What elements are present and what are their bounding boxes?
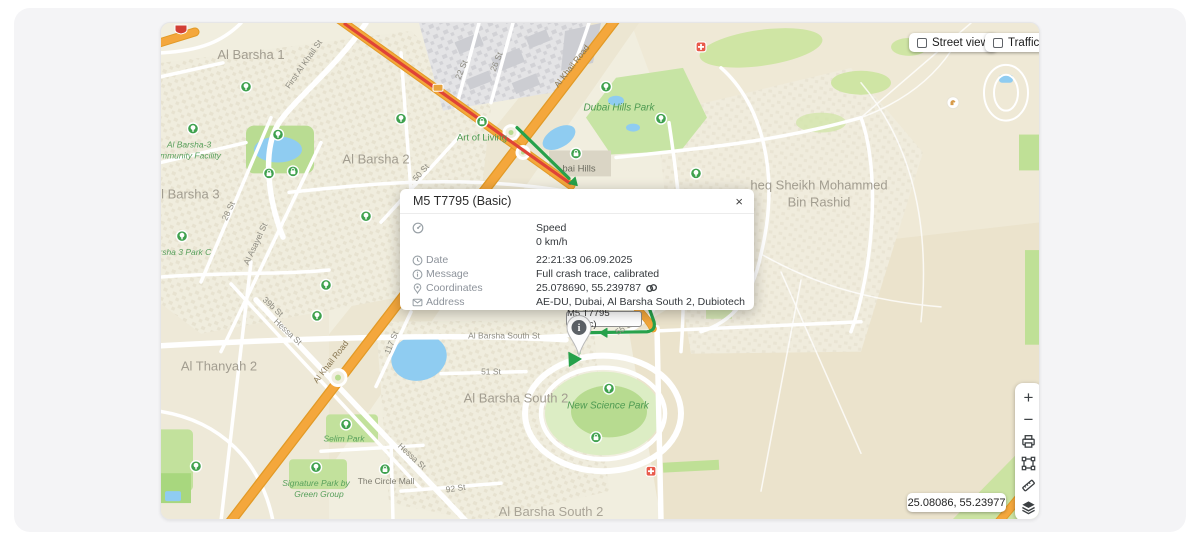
close-icon[interactable]: × xyxy=(735,195,743,208)
street-label: 51 St xyxy=(481,367,501,377)
message-value: Full crash trace, calibrated xyxy=(536,268,659,280)
marker-info-glyph: i xyxy=(578,323,581,334)
street-label: Al Barsha South St xyxy=(468,331,540,341)
popup-title: M5 T7795 (Basic) xyxy=(413,194,511,208)
zoom-out-button[interactable]: − xyxy=(1019,409,1039,429)
traffic-checkbox[interactable] xyxy=(993,38,1003,48)
route-shield-icon xyxy=(433,84,443,91)
district-label: Al Barsha South 2 xyxy=(499,504,604,519)
park-label: Selim Park xyxy=(323,433,365,443)
info-icon xyxy=(412,269,426,280)
district-label: Al Barsha 2 xyxy=(342,151,409,166)
park-label: Barsha 3 Park C xyxy=(161,247,212,257)
zoom-in-button[interactable]: + xyxy=(1019,387,1039,407)
hospital-icon xyxy=(646,466,656,476)
print-button[interactable] xyxy=(1019,431,1039,451)
cursor-coordinates: 25.08086, 55.23977 xyxy=(907,493,1006,512)
park-label: Signature Park by xyxy=(282,478,350,488)
coordinates-label: Coordinates xyxy=(426,282,536,294)
address-value: AE-DU, Dubai, Al Barsha South 2, Dubiote… xyxy=(536,296,745,308)
traffic-label: Traffic xyxy=(1008,37,1039,49)
route-shield-icon xyxy=(175,25,187,34)
measure-button[interactable] xyxy=(1019,475,1039,495)
district-label: Al Barsha South 2 xyxy=(464,391,569,406)
park-label: Dubai Hills Park xyxy=(583,103,655,114)
message-label: Message xyxy=(426,268,536,280)
district-label: heq Sheikh Mohammed xyxy=(750,177,887,192)
park-label: Al Barsha-3 xyxy=(166,140,212,150)
link-icon[interactable] xyxy=(645,283,658,294)
street-view-label: Street view xyxy=(932,37,989,49)
area-select-button[interactable] xyxy=(1019,453,1039,473)
hospital-icon xyxy=(696,42,706,52)
clock-icon xyxy=(412,255,426,266)
speed-value: 0 km/h xyxy=(536,236,568,248)
poi-label: The Circle Mall xyxy=(358,476,415,486)
minus-icon: − xyxy=(1024,411,1034,428)
vehicle-marker[interactable]: i xyxy=(565,314,593,358)
date-label: Date xyxy=(426,254,536,266)
traffic-toggle[interactable]: Traffic xyxy=(985,33,1040,52)
district-label: Al Barsha 3 xyxy=(161,186,220,201)
park-label: Green Group xyxy=(294,489,344,499)
street-view-checkbox[interactable] xyxy=(917,38,927,48)
district-label: Al Thanyah 2 xyxy=(181,359,257,374)
popup-header: M5 T7795 (Basic) × xyxy=(400,189,754,214)
printer-icon xyxy=(1021,434,1036,449)
map-control-panel: + − xyxy=(1015,383,1040,520)
street-view-toggle[interactable]: Street view xyxy=(909,33,997,52)
speedometer-icon xyxy=(412,222,426,234)
district-label: Al Barsha 1 xyxy=(217,47,284,62)
date-value: 22:21:33 06.09.2025 xyxy=(536,254,632,266)
stables-icon xyxy=(947,97,959,109)
map-container: Al Barsha 1 Al Barsha 2 Al Barsha 3 Al T… xyxy=(160,22,1040,520)
district-label: Bin Rashid xyxy=(788,194,851,209)
coordinates-value: 25.078690, 55.239787 xyxy=(536,282,641,294)
layers-button[interactable] xyxy=(1019,497,1039,517)
park-label: Community Facility xyxy=(161,150,222,160)
vehicle-popup: M5 T7795 (Basic) × Speed 0 km/h Date 22:… xyxy=(400,189,754,310)
plus-icon: + xyxy=(1024,389,1034,406)
selection-frame-icon xyxy=(1021,456,1036,471)
address-label: Address xyxy=(426,296,536,308)
poi-label: bai Hills xyxy=(562,163,595,174)
popup-body: Speed 0 km/h Date 22:21:33 06.09.2025 Me… xyxy=(400,214,754,309)
speed-header: Speed xyxy=(536,222,566,234)
envelope-icon xyxy=(412,297,426,308)
park-label: New Science Park xyxy=(567,400,650,411)
location-pin-icon xyxy=(412,283,426,294)
poi-label: Art of Living xyxy=(457,133,507,144)
ruler-icon xyxy=(1021,478,1036,493)
layers-icon xyxy=(1021,500,1036,515)
cursor-coordinates-value: 25.08086, 55.23977 xyxy=(908,497,1006,509)
